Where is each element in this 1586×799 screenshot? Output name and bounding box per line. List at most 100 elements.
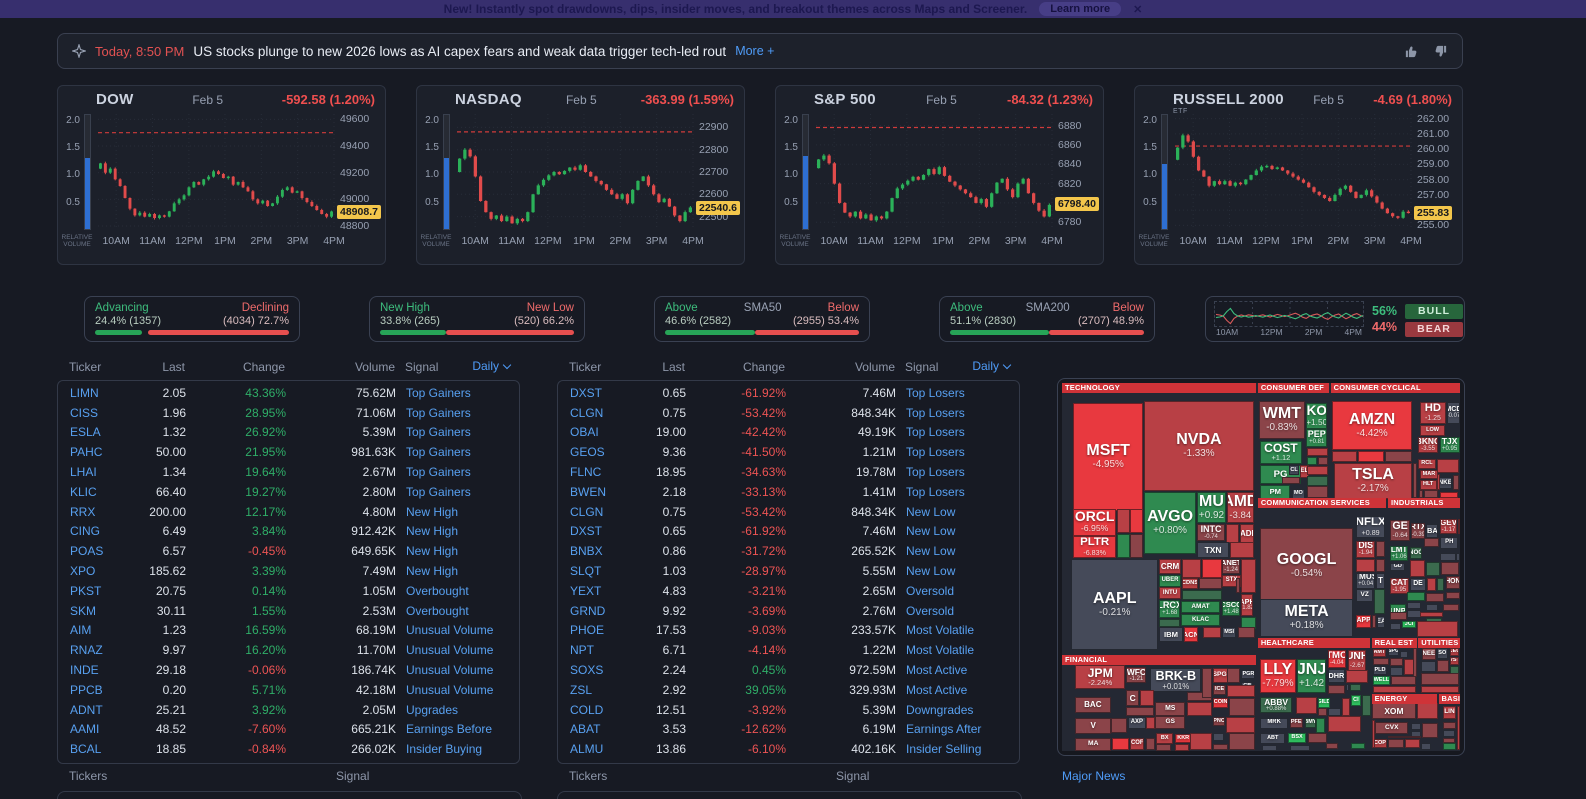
signal-cell[interactable]: Downgrades <box>896 703 1019 717</box>
table-row[interactable]: PKST 20.75 0.14% 1.05M Overbought <box>58 581 519 601</box>
heatmap-tile-bkng[interactable]: BKNG-3.55 <box>1417 436 1439 453</box>
heatmap-tile-pep[interactable]: PEP +0.81 <box>1306 429 1328 447</box>
signal-cell[interactable]: New High <box>396 564 519 578</box>
ticker-cell[interactable]: CLGN <box>570 406 630 420</box>
heatmap-tile-tjx[interactable]: TJX +0.95 <box>1439 436 1460 453</box>
signal-cell[interactable]: Top Losers <box>896 485 1019 499</box>
signal-cell[interactable]: New High <box>396 524 519 538</box>
heatmap-tile-ms[interactable]: MS <box>1155 702 1186 716</box>
signal-cell[interactable]: Oversold <box>896 604 1019 618</box>
heatmap-tile-bsx[interactable]: BSX <box>1288 733 1306 743</box>
heatmap-tile-bac[interactable]: BAC <box>1075 697 1111 713</box>
heatmap-tile-dhi[interactable] <box>1423 490 1439 498</box>
heatmap-tile-vlo[interactable] <box>1411 722 1422 731</box>
index-chart-dow[interactable]: DOW Feb 5 -592.58 (1.20%) 49600 49400 49200 49… <box>57 85 386 265</box>
table-row[interactable]: KLIC 66.40 19.27% 2.80M Top Gainers <box>58 482 519 502</box>
heatmap-tile-abbv[interactable]: ABBV +0.88% <box>1260 697 1293 714</box>
ticker-cell[interactable]: LIMN <box>70 386 130 400</box>
heatmap-tile-rtx[interactable]: RTX-0.39 <box>1411 522 1426 540</box>
index-chart-nasdaq[interactable]: NASDAQ Feb 5 -363.99 (1.59%) 22900 22800 2270… <box>416 85 745 265</box>
heatmap-tile-wm[interactable] <box>1426 603 1439 612</box>
table-row[interactable]: SLQT 1.03 -28.97% 5.55M New Low <box>558 561 1019 581</box>
heatmap-tile-noc[interactable]: NOC <box>1409 546 1422 559</box>
heatmap-tile-dis[interactable]: DIS -1.94 <box>1356 540 1376 558</box>
heatmap-tile-mck[interactable] <box>1325 742 1338 749</box>
heatmap-tile-pld[interactable]: PLD <box>1373 665 1387 676</box>
signal-cell[interactable]: Unusual Volume <box>396 623 519 637</box>
heatmap-tile-gild[interactable]: GILD <box>1317 698 1330 708</box>
ticker-cell[interactable]: BCAL <box>70 742 130 756</box>
ticker-cell[interactable]: POAS <box>70 544 130 558</box>
heatmap-tile-amt[interactable]: AMT <box>1373 649 1386 658</box>
signal-cell[interactable]: Unusual Volume <box>396 683 519 697</box>
heatmap-tile-ko[interactable]: KO +1.50 <box>1306 402 1328 429</box>
learn-more-button[interactable]: Learn more <box>1039 2 1122 16</box>
heatmap-tile-isrg[interactable] <box>1327 708 1341 716</box>
signal-cell[interactable]: Top Losers <box>896 386 1019 400</box>
ticker-cell[interactable]: XPO <box>70 564 130 578</box>
signal-cell[interactable]: Overbought <box>396 604 519 618</box>
heatmap-tile-unh[interactable]: UNH-2.67 <box>1348 649 1367 672</box>
heatmap-tile-kkr[interactable]: KKR <box>1175 734 1191 744</box>
heatmap-tile-amd[interactable]: AMD-3.84 <box>1226 491 1254 524</box>
heatmap-tile-v[interactable]: V <box>1075 718 1112 734</box>
heatmap-tile-tmo[interactable]: TMO-4.04 <box>1327 649 1346 669</box>
thumbs-up-icon[interactable] <box>1404 44 1419 59</box>
heatmap-tile-tmus[interactable]: TMUS+0.04 <box>1356 572 1376 589</box>
table-row[interactable]: ABAT 3.53 -12.62% 6.19M Earnings After <box>558 720 1019 740</box>
heatmap-tile-slb[interactable] <box>1420 743 1431 750</box>
heatmap-tile-tsla[interactable]: TSLA -2.17% <box>1333 462 1413 499</box>
heatmap-tile-etn[interactable] <box>1457 518 1460 535</box>
signal-cell[interactable]: Earnings After <box>896 722 1019 736</box>
heatmap-tile-mcd[interactable]: MCD-0.07 <box>1447 402 1460 424</box>
heatmap-tile-ceg[interactable]: CEG <box>1450 647 1460 657</box>
ticker-cell[interactable]: KLIC <box>70 485 130 499</box>
ticker-cell[interactable]: GEOS <box>570 445 630 459</box>
heatmap-tile-cl[interactable]: CL <box>1289 465 1299 476</box>
signal-cell[interactable]: Unusual Volume <box>396 643 519 657</box>
heatmap-tile-f[interactable] <box>1418 490 1423 498</box>
ticker-cell[interactable]: GRND <box>570 604 630 618</box>
table-row[interactable]: DXST 0.65 -61.92% 7.46M Top Losers <box>558 383 1019 403</box>
table-row[interactable]: ALMU 13.86 -6.10% 402.16K Insider Selling <box>558 739 1019 759</box>
table-row[interactable]: LIMN 2.05 43.36% 75.62M Top Gainers <box>58 383 519 403</box>
heatmap-tile-mar[interactable]: MAR <box>1419 469 1439 480</box>
heatmap-tile-amat[interactable]: AMAT <box>1181 600 1220 614</box>
heatmap-tile-so[interactable]: SO <box>1436 648 1448 659</box>
signal-cell[interactable]: Most Volatile <box>896 623 1019 637</box>
heatmap-tile-bx[interactable]: BX <box>1155 733 1174 744</box>
heatmap-tile-t[interactable]: T <box>1376 572 1386 589</box>
heatmap-tile-hon[interactable]: HON <box>1445 575 1460 590</box>
heatmap-tile-ice[interactable]: ICE <box>1212 684 1227 695</box>
heatmap-tile-ge[interactable]: GE -0.64 <box>1389 520 1411 541</box>
heatmap-tile-gev[interactable]: GEV -1.17 <box>1440 518 1457 535</box>
signal-cell[interactable]: Most Active <box>896 683 1019 697</box>
signal-cell[interactable]: New Low <box>896 524 1019 538</box>
news-more-link[interactable]: More + <box>735 44 774 58</box>
heatmap-tile-pfe[interactable]: PFE <box>1289 717 1303 728</box>
ticker-cell[interactable]: LHAI <box>70 465 130 479</box>
heatmap-tile-mdt[interactable] <box>1290 745 1310 751</box>
table-row[interactable]: AIM 1.23 16.59% 68.19M Unusual Volume <box>58 621 519 641</box>
heatmap-tile-hd[interactable]: HD -1.25 <box>1419 402 1447 424</box>
ticker-cell[interactable]: OBAI <box>570 425 630 439</box>
table-row[interactable]: YEXT 4.83 -3.21% 2.65M Oversold <box>558 581 1019 601</box>
heatmap-tile-rcl[interactable]: RCL <box>1417 459 1437 470</box>
ticker-cell[interactable]: DXST <box>570 386 630 400</box>
ticker-cell[interactable]: BNBX <box>570 544 630 558</box>
ticker-cell[interactable]: CISS <box>70 406 130 420</box>
heatmap-tile-mmm[interactable] <box>1445 592 1460 600</box>
ticker-cell[interactable]: SLQT <box>570 564 630 578</box>
heatmap-tile-msft[interactable]: MSFT -4.95% <box>1073 402 1144 511</box>
ticker-cell[interactable]: ZSL <box>570 683 630 697</box>
major-news-link[interactable]: Major News <box>1062 769 1125 783</box>
heatmap-tile-cop[interactable]: COP <box>1373 739 1387 749</box>
heatmap-tile-vst[interactable]: VST <box>1450 656 1460 666</box>
table-row[interactable]: BWEN 2.18 -33.13% 1.41M Top Losers <box>558 482 1019 502</box>
heatmap-tile-ea[interactable]: EA <box>1377 615 1386 629</box>
heatmap-tile-wmt[interactable]: WMT -0.83% <box>1259 401 1305 440</box>
heatmap-tile-ibm[interactable]: IBM <box>1159 627 1183 643</box>
heatmap-tile-nke[interactable]: NKE <box>1438 476 1453 489</box>
heatmap-tile-cvx[interactable]: CVX <box>1375 721 1409 735</box>
ticker-cell[interactable]: INDE <box>70 663 130 677</box>
